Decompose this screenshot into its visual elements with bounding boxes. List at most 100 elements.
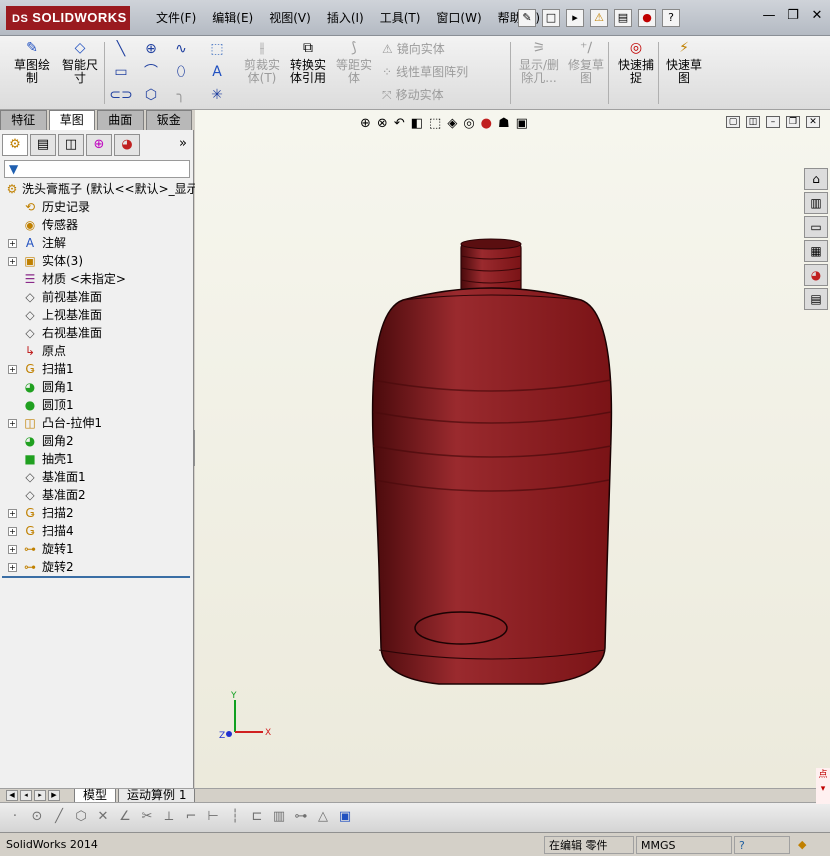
view-orientation-icon[interactable]: ⬚	[429, 114, 441, 134]
rapid-sketch-button[interactable]: ⚡ 快速草 图	[660, 40, 708, 85]
custom-properties-icon[interactable]: ▤	[804, 288, 828, 310]
minimize-button[interactable]: —	[760, 7, 778, 25]
status-units[interactable]: MMGS	[636, 836, 732, 854]
point-icon[interactable]: ✳	[202, 84, 232, 107]
construction-icon[interactable]: ⬚	[202, 38, 232, 61]
fillet-sketch-icon[interactable]: ╮	[166, 84, 196, 107]
dimxpert-tab-icon[interactable]: ⊕	[86, 134, 112, 156]
solidworks-logo[interactable]: DS SOLIDWORKS	[6, 6, 130, 30]
dimension-icon[interactable]: ⊶	[292, 808, 310, 826]
trim-entities-button[interactable]: ⫲ 剪裁实 体(T)	[238, 40, 286, 85]
tree-root-part[interactable]: ⚙ 洗头膏瓶子 (默认<<默认>_显示	[2, 180, 199, 198]
property-manager-tab-icon[interactable]: ▤	[30, 134, 56, 156]
view-settings-icon[interactable]: ▣	[516, 114, 528, 134]
quick-snaps-button[interactable]: ◎ 快速捕 捉	[612, 40, 660, 85]
text-icon[interactable]: A	[202, 61, 232, 84]
tree-item[interactable]: ◇ 右视基准面	[2, 324, 192, 342]
line-icon[interactable]: ╱	[50, 808, 68, 826]
tree-item[interactable]: ◇ 前视基准面	[2, 288, 192, 306]
view-palette-icon[interactable]: ▦	[804, 240, 828, 262]
display-style-icon[interactable]: ◈	[447, 114, 457, 134]
tree-item[interactable]: + ▣ 实体(3)	[2, 252, 192, 270]
menu-view[interactable]: 视图(V)	[261, 8, 319, 28]
slot-icon[interactable]: ⊂⊃	[106, 84, 136, 107]
prev-tab-icon[interactable]: ◂	[20, 790, 32, 801]
menu-file[interactable]: 文件(F)	[148, 8, 204, 28]
arc-icon[interactable]: ⌒	[136, 61, 166, 84]
block-icon[interactable]: ▣	[336, 808, 354, 826]
rollback-bar[interactable]	[2, 576, 190, 578]
triangle-icon[interactable]: △	[314, 808, 332, 826]
feature-filter[interactable]: ▼	[4, 160, 190, 178]
restore-button[interactable]: ❐	[784, 7, 802, 25]
tree-item[interactable]: + Ǥ 扫描4	[2, 522, 192, 540]
panel-more-button[interactable]: »	[179, 136, 187, 151]
tab-motion-study[interactable]: 运动算例 1	[118, 789, 196, 803]
graphics-area[interactable]: ⊕ ⊗ ↶ ◧ ⬚ ◈ ◎ ● ☗ ▣ ▢ ◫ – ❐ ✕ ⌂ ▥ ▭ ▦ ◕ …	[195, 110, 830, 788]
sketch-button[interactable]: ✎ 草图绘 制	[8, 40, 56, 85]
tree-item[interactable]: ◇ 基准面1	[2, 468, 192, 486]
expand-icon[interactable]: +	[8, 365, 17, 374]
tab-sheet-metal[interactable]: 钣金	[145, 110, 192, 130]
tree-item[interactable]: ↳ 原点	[2, 342, 192, 360]
expand-icon[interactable]: +	[8, 419, 17, 428]
expand-icon[interactable]: +	[8, 563, 17, 572]
polygon-icon[interactable]: ⬡	[72, 808, 90, 826]
tab-surfaces[interactable]: 曲面	[97, 110, 144, 130]
menu-insert[interactable]: 插入(I)	[319, 8, 372, 28]
repair-sketch-button[interactable]: ⁺∕ 修复草 图	[562, 40, 610, 85]
tree-item[interactable]: ◇ 上视基准面	[2, 306, 192, 324]
tree-item[interactable]: ◕ 圆角2	[2, 432, 192, 450]
hatch-icon[interactable]: ▥	[270, 808, 288, 826]
ellipse-icon[interactable]: ⬯	[166, 61, 196, 84]
tree-item[interactable]: ◕ 圆角1	[2, 378, 192, 396]
tree-item[interactable]: ◇ 基准面2	[2, 486, 192, 504]
appearances-icon[interactable]: ◕	[804, 264, 828, 286]
angle-icon[interactable]: ∠	[116, 808, 134, 826]
previous-view-icon[interactable]: ↶	[394, 114, 405, 134]
hide-show-items-icon[interactable]: ◎	[463, 114, 474, 134]
open-icon[interactable]: ▸	[566, 9, 584, 27]
linear-pattern-button[interactable]: ⁘ 线性草图阵列	[378, 63, 468, 80]
offset-entities-button[interactable]: ⟆ 等距实 体	[330, 40, 378, 85]
expand-icon[interactable]: +	[8, 257, 17, 266]
zoom-to-area-icon[interactable]: ⊗	[377, 114, 388, 134]
menu-edit[interactable]: 编辑(E)	[204, 8, 261, 28]
tree-item[interactable]: + ⊶ 旋转1	[2, 540, 192, 558]
show-delete-relations-button[interactable]: ⚞ 显示/删 除几...	[514, 40, 564, 85]
next-tab-icon[interactable]: ▸	[34, 790, 46, 801]
first-tab-icon[interactable]: ◀	[6, 790, 18, 801]
smart-dimension-button[interactable]: ◇ 智能尺 寸	[56, 40, 104, 85]
tree-item[interactable]: ⟲ 历史记录	[2, 198, 192, 216]
zoom-to-fit-icon[interactable]: ⊕	[360, 114, 371, 134]
point-icon[interactable]: ·	[6, 808, 24, 826]
apply-scene-icon[interactable]: ☗	[498, 114, 510, 134]
expand-icon[interactable]: +	[8, 509, 17, 518]
tab-sketch[interactable]: 草图	[48, 110, 95, 130]
tree-item[interactable]: + A 注解	[2, 234, 192, 252]
cross-icon[interactable]: ✕	[94, 808, 112, 826]
tree-item[interactable]: + ◫ 凸台-拉伸1	[2, 414, 192, 432]
doc-viewport-split-icon[interactable]: ◫	[746, 116, 760, 128]
tab-model[interactable]: 模型	[74, 789, 117, 803]
tree-item[interactable]: + ⊶ 旋转2	[2, 558, 192, 576]
file-explorer-icon[interactable]: ▭	[804, 216, 828, 238]
tab-features[interactable]: 特征	[0, 110, 47, 130]
design-library-icon[interactable]: ▥	[804, 192, 828, 214]
print-icon[interactable]: ▤	[614, 9, 632, 27]
display-manager-tab-icon[interactable]: ◕	[114, 134, 140, 156]
reference-triad[interactable]: Y X Z	[215, 688, 275, 748]
feature-manager-tab-icon[interactable]: ⚙	[2, 134, 28, 156]
close-button[interactable]: ✕	[808, 7, 826, 25]
extend-icon[interactable]: ⟂	[160, 808, 178, 826]
line-icon[interactable]: ╲	[106, 38, 136, 61]
traffic-light-icon[interactable]: ●	[638, 9, 656, 27]
new-document-icon[interactable]: □	[542, 9, 560, 27]
polygon-icon[interactable]: ⬡	[136, 84, 166, 107]
tree-item[interactable]: ■ 抽壳1	[2, 450, 192, 468]
pin-icon[interactable]: ✎	[518, 9, 536, 27]
split-icon[interactable]: ⊢	[204, 808, 222, 826]
spline-icon[interactable]: ∿	[166, 38, 196, 61]
doc-restore-icon[interactable]: ❐	[786, 116, 800, 128]
doc-close-icon[interactable]: ✕	[806, 116, 820, 128]
